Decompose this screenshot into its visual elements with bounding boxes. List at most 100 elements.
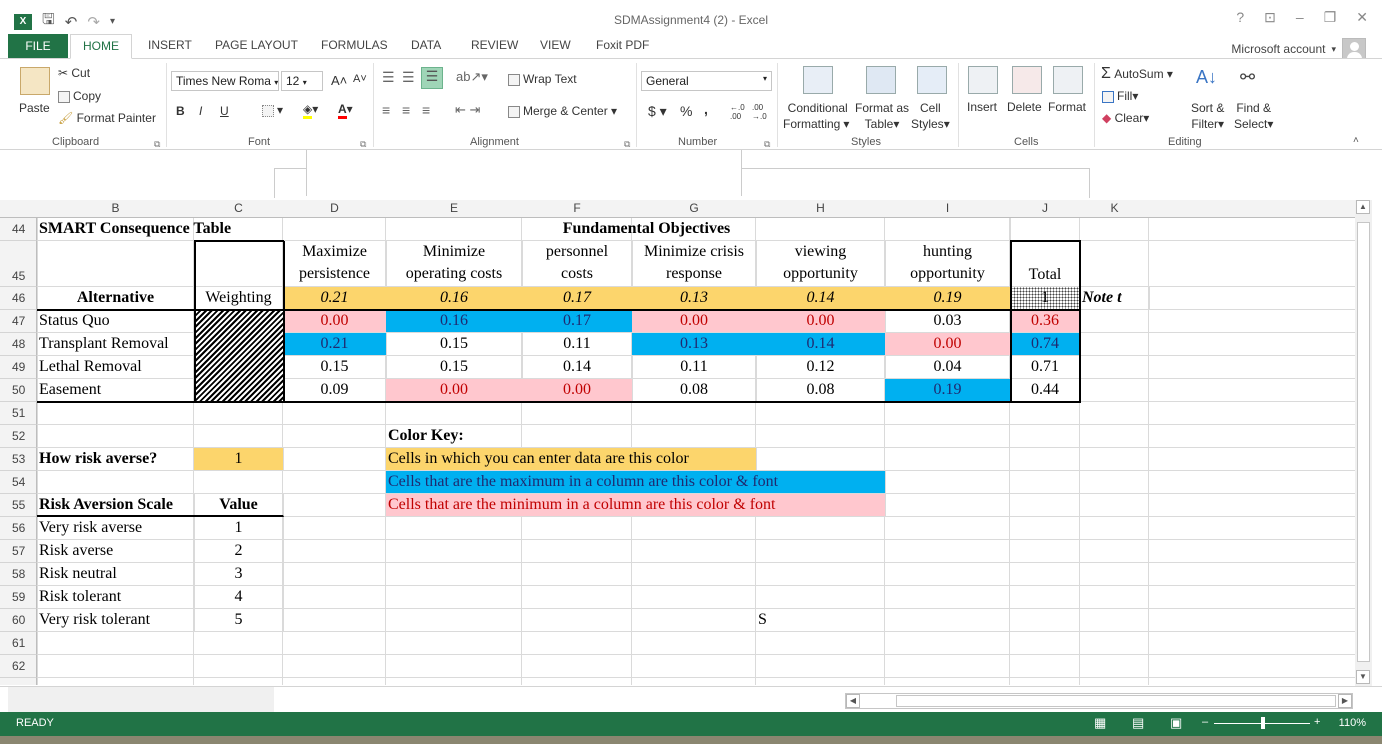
cell-c58[interactable]: 3: [194, 563, 284, 586]
autosum-button[interactable]: Σ AutoSum ▾: [1101, 65, 1173, 83]
avatar[interactable]: [1342, 38, 1366, 60]
cell-c53[interactable]: 1: [194, 448, 284, 471]
cell-g50[interactable]: 0.08: [632, 379, 757, 402]
minimize-icon[interactable]: –: [1296, 9, 1304, 26]
tab-home[interactable]: HOME: [70, 34, 132, 59]
cell-c59[interactable]: 4: [194, 586, 284, 609]
cell-e49[interactable]: 0.15: [386, 356, 523, 379]
delete-cells-icon[interactable]: [1012, 66, 1042, 94]
cell-c56[interactable]: 1: [194, 517, 284, 540]
cell-f46[interactable]: 0.17: [522, 287, 633, 310]
scroll-down-icon[interactable]: ▼: [1356, 670, 1370, 684]
cell-e52[interactable]: Color Key:: [386, 425, 523, 448]
cell-i48[interactable]: 0.00: [885, 333, 1011, 356]
cell-h46[interactable]: 0.14: [756, 287, 886, 310]
cell-styles-icon[interactable]: [917, 66, 947, 94]
percent-button[interactable]: %: [680, 103, 692, 119]
cell-b48[interactable]: Transplant Removal: [37, 333, 195, 356]
cell-g48[interactable]: 0.13: [632, 333, 757, 356]
collapse-ribbon-icon[interactable]: ˄: [1353, 135, 1359, 146]
cell-e45[interactable]: Minimize operating costs: [386, 241, 523, 287]
column-header-d[interactable]: D: [283, 200, 387, 218]
insert-button[interactable]: Insert: [967, 100, 997, 114]
cell-e48[interactable]: 0.15: [386, 333, 523, 356]
column-header-j[interactable]: J: [1010, 200, 1081, 218]
format-as-table-button[interactable]: Format as Table▾: [855, 100, 909, 132]
cell-d50[interactable]: 0.09: [283, 379, 387, 402]
worksheet-grid[interactable]: B C D E F G H I J K 44 45 46 47 48 49 50…: [0, 200, 1355, 685]
zoom-level[interactable]: 110%: [1339, 717, 1366, 729]
cell-f50[interactable]: 0.00: [522, 379, 633, 402]
row-header[interactable]: 57: [0, 540, 37, 563]
format-as-table-icon[interactable]: [866, 66, 896, 94]
scroll-right-icon[interactable]: ▶: [1338, 694, 1352, 708]
format-cells-icon[interactable]: [1053, 66, 1083, 94]
top-align-icon[interactable]: ☰: [382, 69, 395, 86]
cell-c57[interactable]: 2: [194, 540, 284, 563]
cell-d48[interactable]: 0.21: [283, 333, 387, 356]
row-header[interactable]: 55: [0, 494, 37, 517]
cell-f48[interactable]: 0.11: [522, 333, 633, 356]
cell-b45[interactable]: [37, 241, 195, 287]
shrink-font-button[interactable]: A˅: [353, 73, 367, 85]
horizontal-scroll-thumb[interactable]: [896, 695, 1336, 707]
cell-j47[interactable]: 0.36: [1010, 310, 1081, 333]
column-header-h[interactable]: H: [756, 200, 886, 218]
ribbon-display-options-icon[interactable]: ⊡: [1264, 9, 1276, 26]
cell-k46[interactable]: Note t: [1080, 287, 1150, 310]
cell-b53[interactable]: How risk averse?: [37, 448, 195, 471]
row-header[interactable]: [0, 678, 37, 685]
align-left-icon[interactable]: ≡: [382, 102, 390, 118]
row-header[interactable]: 61: [0, 632, 37, 655]
conditional-formatting-icon[interactable]: [803, 66, 833, 94]
cell-b49[interactable]: Lethal Removal: [37, 356, 195, 379]
sheet-tabs-area[interactable]: [8, 687, 274, 713]
tab-review[interactable]: REVIEW: [471, 38, 518, 52]
bottom-align-icon[interactable]: ☰: [421, 67, 443, 89]
copy-button[interactable]: Copy: [58, 89, 101, 103]
align-right-icon[interactable]: ≡: [422, 102, 430, 118]
cell-h48[interactable]: 0.14: [756, 333, 886, 356]
cell-b55[interactable]: Risk Aversion Scale: [37, 494, 195, 517]
borders-button[interactable]: ▾: [262, 103, 283, 117]
cell-j46[interactable]: 1: [1010, 287, 1081, 310]
cell-d47[interactable]: 0.00: [283, 310, 387, 333]
format-painter-button[interactable]: 🖌 Format Painter: [58, 111, 156, 125]
cell-c60[interactable]: 5: [194, 609, 284, 632]
vertical-scrollbar[interactable]: ▲ ▼: [1355, 200, 1372, 686]
cell-h49[interactable]: 0.12: [756, 356, 886, 379]
cell-g49[interactable]: 0.11: [632, 356, 757, 379]
format-button[interactable]: Format: [1048, 100, 1086, 114]
cell-d45[interactable]: Maximize persistence: [283, 241, 387, 287]
comma-button[interactable]: ,: [704, 101, 708, 117]
cell-g47[interactable]: 0.00: [632, 310, 757, 333]
cell-j45[interactable]: Total: [1010, 241, 1081, 287]
row-header[interactable]: 44: [0, 218, 37, 241]
binoculars-icon[interactable]: ⚯: [1240, 67, 1255, 88]
number-launcher-icon[interactable]: ⧉: [764, 139, 770, 150]
cell-c45[interactable]: [194, 241, 284, 287]
row-header[interactable]: 49: [0, 356, 37, 379]
cut-button[interactable]: ✂ Cut: [58, 66, 90, 80]
row-header[interactable]: 48: [0, 333, 37, 356]
delete-button[interactable]: Delete: [1007, 100, 1042, 114]
tab-formulas[interactable]: FORMULAS: [321, 38, 388, 52]
row-header[interactable]: 51: [0, 402, 37, 425]
row-header[interactable]: 60: [0, 609, 37, 632]
cell-d49[interactable]: 0.15: [283, 356, 387, 379]
row-header[interactable]: 58: [0, 563, 37, 586]
tab-data[interactable]: DATA: [411, 38, 441, 52]
row-header[interactable]: 62: [0, 655, 37, 678]
cell-i45[interactable]: hunting opportunity: [885, 241, 1011, 287]
color-key-min[interactable]: Cells that are the minimum in a column a…: [386, 494, 886, 517]
cell-j50[interactable]: 0.44: [1010, 379, 1081, 402]
column-header-b[interactable]: B: [37, 200, 195, 218]
select-all-corner[interactable]: [0, 200, 38, 218]
row-header[interactable]: 52: [0, 425, 37, 448]
cell-b57[interactable]: Risk averse: [37, 540, 195, 563]
row-header[interactable]: 46: [0, 287, 37, 310]
grow-font-button[interactable]: A˄: [331, 73, 347, 88]
sort-filter-button[interactable]: Sort & Filter▾: [1191, 100, 1224, 132]
number-format-select[interactable]: General ▾: [641, 71, 772, 91]
zoom-out-icon[interactable]: –: [1202, 716, 1208, 728]
